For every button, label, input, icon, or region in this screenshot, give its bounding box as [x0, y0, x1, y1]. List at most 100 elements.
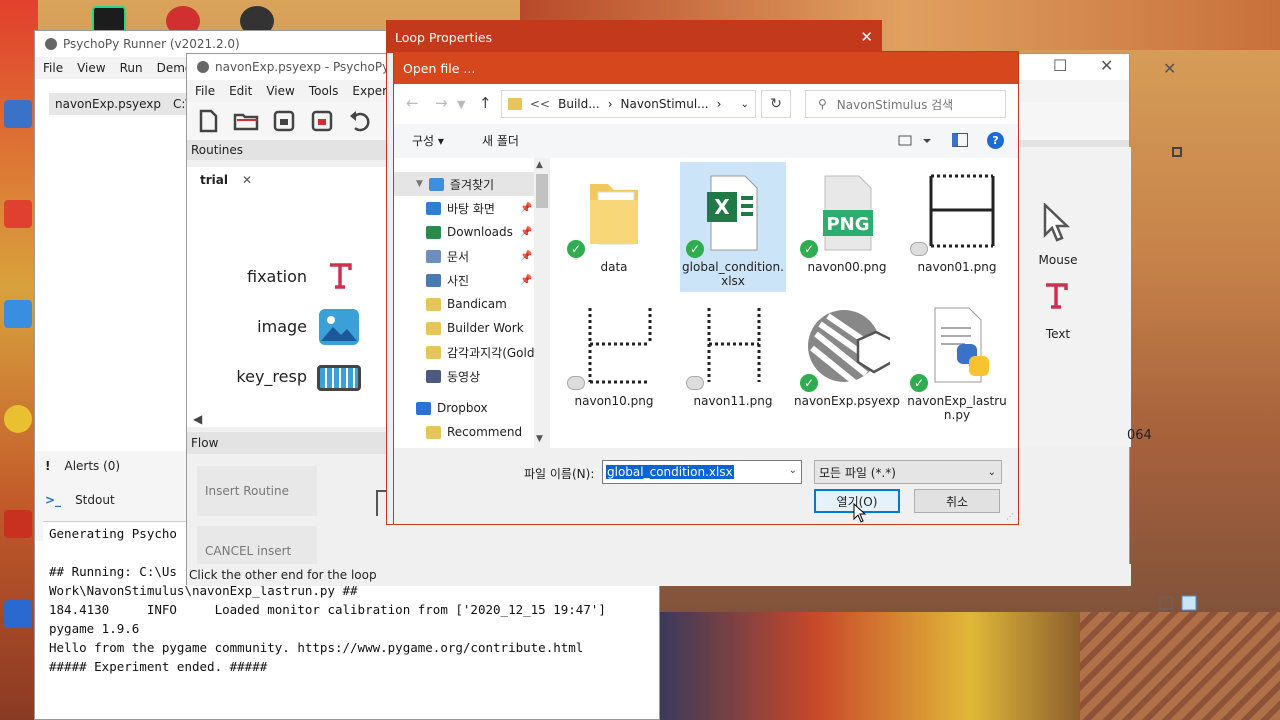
- address-segment-build[interactable]: Build...: [558, 97, 600, 111]
- image-component-icon[interactable]: [319, 309, 359, 345]
- close-icon[interactable]: ✕: [1163, 59, 1176, 78]
- nav-item-videos[interactable]: 동영상: [426, 365, 480, 387]
- file-item-global-condition[interactable]: X ✓ global_condition.xlsx: [680, 162, 786, 292]
- menu-view[interactable]: View: [266, 84, 294, 98]
- desktop-app-icon[interactable]: [4, 300, 32, 328]
- save-icon[interactable]: [271, 108, 297, 134]
- scroll-down-icon[interactable]: ▼: [536, 434, 543, 444]
- video-icon: [426, 369, 441, 383]
- nav-item-builder-work[interactable]: Builder Work: [426, 317, 524, 339]
- restore-pane-icon[interactable]: [1172, 147, 1182, 157]
- text-component-label[interactable]: Text: [1023, 327, 1093, 341]
- stdout-tab[interactable]: >_ Stdout: [45, 493, 115, 507]
- scrollbar-thumb[interactable]: [536, 174, 548, 208]
- chrome-icon[interactable]: [4, 405, 32, 433]
- up-folder-icon[interactable]: ↑: [479, 94, 492, 112]
- component-image[interactable]: image: [197, 317, 307, 336]
- new-folder-button[interactable]: 새 폴더: [482, 132, 519, 149]
- desktop-app-icon[interactable]: [4, 600, 32, 628]
- nav-scrollbar[interactable]: ▲ ▼: [534, 158, 550, 448]
- alerts-tab[interactable]: ! Alerts (0): [45, 459, 120, 473]
- nav-item-bandicam[interactable]: Bandicam: [426, 293, 507, 315]
- file-item-data[interactable]: ✓ data: [561, 162, 667, 292]
- flow-header: Flow: [187, 432, 392, 454]
- close-icon[interactable]: ✕: [860, 28, 873, 46]
- cloud-icon: [910, 242, 928, 256]
- undo-icon[interactable]: [347, 108, 373, 134]
- menu-file[interactable]: File: [195, 84, 215, 98]
- file-item-navonexp-psyexp[interactable]: ✓ navonExp.psyexp: [794, 296, 900, 426]
- side-number: 064: [1127, 428, 1152, 443]
- back-icon[interactable]: ←: [406, 94, 419, 112]
- stdout-line: pygame 1.9.6: [49, 621, 140, 636]
- nav-item-documents[interactable]: 문서: [426, 245, 469, 267]
- file-item-navon00[interactable]: PNG ✓ navon00.png: [794, 162, 900, 292]
- file-item-navon11[interactable]: navon11.png: [680, 296, 786, 426]
- keyboard-icon[interactable]: [317, 365, 361, 391]
- file-item-navonexp-lastrun[interactable]: ✓ navonExp_lastrun.py: [904, 296, 1010, 426]
- help-icon[interactable]: ?: [987, 132, 1004, 149]
- routine-canvas[interactable]: [187, 167, 392, 427]
- text-component-icon[interactable]: [327, 261, 353, 291]
- desktop-app-icon[interactable]: [4, 200, 32, 228]
- menu-edit[interactable]: Edit: [229, 84, 252, 98]
- document-icon: [426, 249, 441, 263]
- address-bar[interactable]: << Build... › NavonStimul... › ⌄: [501, 90, 756, 118]
- chevron-down-icon[interactable]: ⌄: [789, 465, 797, 476]
- address-overflow[interactable]: <<: [530, 97, 550, 111]
- psychopy-icon: [45, 38, 57, 50]
- insert-routine-button[interactable]: Insert Routine: [197, 466, 317, 516]
- desktop-icons-strip: [0, 0, 38, 720]
- tab-trial[interactable]: trial ✕: [191, 170, 253, 192]
- desktop-app-icon[interactable]: [4, 510, 32, 538]
- mouse-cursor-icon[interactable]: [1041, 202, 1071, 243]
- desktop-app-icon[interactable]: [4, 100, 32, 128]
- pin-icon: 📌: [520, 203, 533, 214]
- open-dialog-title-bar: Open file ...: [394, 52, 1018, 84]
- menu-run[interactable]: Run: [120, 61, 143, 75]
- address-segment-navon[interactable]: NavonStimul...: [621, 97, 709, 111]
- nav-item-recommend[interactable]: Recommend: [426, 421, 522, 443]
- open-folder-icon[interactable]: [233, 108, 259, 134]
- text-component-icon[interactable]: [1043, 281, 1069, 311]
- nav-item-perception[interactable]: 감각과지각(Gold: [426, 341, 534, 363]
- filetype-value: 모든 파일 (*.*): [819, 465, 896, 480]
- file-item-navon01[interactable]: navon01.png: [904, 162, 1010, 292]
- view-toggle-icon[interactable]: [1158, 594, 1198, 612]
- close-icon[interactable]: ✕: [242, 173, 252, 187]
- refresh-button[interactable]: ↻: [761, 90, 791, 118]
- mouse-component-label[interactable]: Mouse: [1023, 253, 1093, 267]
- nav-item-dropbox[interactable]: Dropbox: [416, 397, 488, 419]
- menu-file[interactable]: File: [43, 61, 63, 75]
- component-key-resp[interactable]: key_resp: [197, 367, 307, 386]
- nav-item-downloads[interactable]: Downloads: [426, 221, 513, 243]
- cancel-button[interactable]: 취소: [914, 489, 1000, 513]
- view-options-icon[interactable]: [897, 133, 931, 149]
- filename-input[interactable]: global_condition.xlsx ⌄: [602, 460, 802, 484]
- component-fixation[interactable]: fixation: [197, 267, 307, 286]
- file-item-navon10[interactable]: navon10.png: [561, 296, 667, 426]
- filetype-select[interactable]: 모든 파일 (*.*) ⌄: [814, 460, 1002, 484]
- recent-dropdown-icon[interactable]: ▼: [457, 98, 465, 111]
- nav-item-favorites[interactable]: ▼ 즐겨찾기: [416, 173, 494, 195]
- scroll-up-icon[interactable]: ▲: [536, 160, 543, 170]
- organize-button[interactable]: 구성 ▾: [412, 132, 444, 149]
- resize-grip-icon[interactable]: ⋰: [1006, 512, 1014, 521]
- chevron-down-icon[interactable]: ⌄: [741, 99, 749, 110]
- menu-tools[interactable]: Tools: [309, 84, 339, 98]
- search-input[interactable]: ⚲ NavonStimulus 검색: [805, 90, 1006, 118]
- dropbox-icon: [416, 401, 431, 415]
- nav-item-pictures[interactable]: 사진: [426, 269, 469, 291]
- forward-icon[interactable]: →: [435, 94, 448, 112]
- navon-image-icon: [584, 304, 652, 386]
- file-name: navonExp_lastrun.py: [907, 394, 1007, 422]
- close-icon[interactable]: ✕: [1100, 56, 1113, 75]
- new-file-icon[interactable]: [195, 108, 221, 134]
- menu-view[interactable]: View: [77, 61, 105, 75]
- preview-pane-icon[interactable]: [952, 133, 968, 147]
- scroll-left-icon[interactable]: ◀: [193, 412, 202, 426]
- save-as-icon[interactable]: [309, 108, 335, 134]
- nav-item-desktop[interactable]: 바탕 화면: [426, 197, 495, 219]
- maximize-icon[interactable]: ☐: [1053, 56, 1067, 75]
- status-bar: Click the other end for the loop: [187, 564, 1131, 586]
